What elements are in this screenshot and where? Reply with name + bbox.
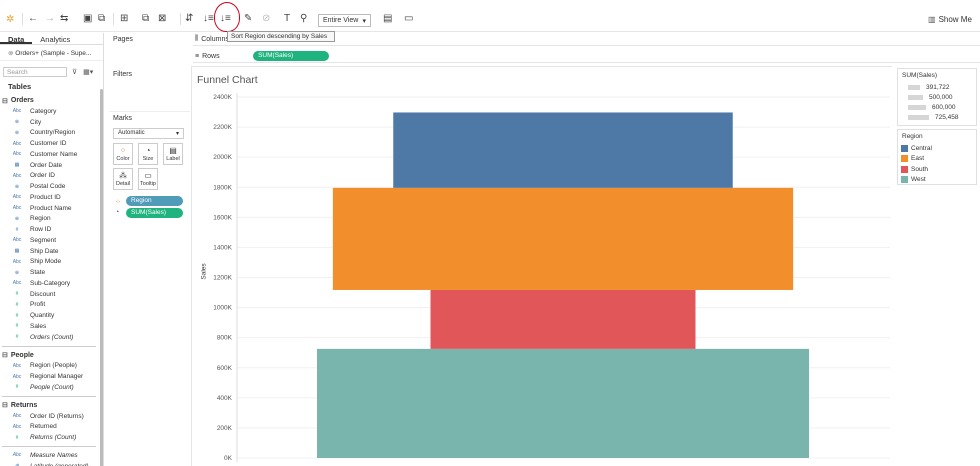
size-legend[interactable]: SUM(Sales) 391,722 500,000 600,000 725,458 <box>897 68 977 126</box>
size-legend-label: 600,000 <box>932 103 956 111</box>
funnel-chart: 0K 200K 400K 600K 800K 1000K 1200K 1400K 1600K 18… <box>213 93 890 462</box>
color-swatch <box>901 165 908 173</box>
color-legend[interactable]: Region Central East South West <box>897 129 977 185</box>
size-legend-item[interactable]: 600,000 <box>898 102 976 112</box>
tableau-window: ✲ ← → ⇆ ▣ ⧉ ⊞ ⧉ ⊠ ⇵ ↓≡ ↓≡ ✎ ⊘ T ⚲ Entire… <box>0 0 980 466</box>
y-tick-label: 1200K <box>213 275 232 282</box>
color-legend-item[interactable]: Central <box>898 143 976 154</box>
color-legend-label: South <box>911 165 928 173</box>
color-legend-item[interactable]: East <box>898 154 976 165</box>
y-tick-label: 600K <box>217 365 233 372</box>
size-legend-item[interactable]: 500,000 <box>898 92 976 102</box>
funnel-bar-west[interactable] <box>317 348 809 458</box>
size-swatch <box>908 114 929 120</box>
y-tick-label: 2200K <box>213 124 232 131</box>
size-legend-title: SUM(Sales) <box>902 72 938 79</box>
size-legend-label: 725,458 <box>935 113 959 121</box>
sort-tooltip: Sort Region descending by Sales <box>227 31 335 42</box>
y-tick-label: 1800K <box>213 184 232 191</box>
color-legend-label: West <box>911 176 926 184</box>
size-legend-label: 391,722 <box>926 83 950 91</box>
color-swatch <box>901 176 908 184</box>
funnel-bar-central[interactable] <box>393 112 733 188</box>
color-legend-title: Region <box>902 133 923 140</box>
size-legend-item[interactable]: 391,722 <box>898 82 976 92</box>
y-tick-label: 2000K <box>213 154 232 161</box>
y-tick-label: 0K <box>224 455 233 462</box>
color-legend-label: Central <box>911 144 932 152</box>
size-legend-label: 500,000 <box>929 93 953 101</box>
color-legend-label: East <box>911 155 925 163</box>
y-tick-label: 200K <box>217 425 233 432</box>
color-swatch <box>901 155 908 163</box>
size-swatch <box>908 94 923 100</box>
size-swatch <box>908 104 926 110</box>
color-swatch <box>901 144 908 152</box>
y-tick-label: 1400K <box>213 244 232 251</box>
y-tick-label: 800K <box>217 335 233 342</box>
y-tick-label: 1600K <box>213 214 232 221</box>
funnel-bar-south[interactable] <box>430 289 696 349</box>
color-legend-item[interactable]: South <box>898 164 976 175</box>
size-swatch <box>908 84 920 90</box>
y-tick-label: 1000K <box>213 305 232 312</box>
size-legend-item[interactable]: 725,458 <box>898 112 976 122</box>
funnel-bar-east[interactable] <box>332 187 794 290</box>
y-tick-label: 2400K <box>213 94 232 101</box>
y-tick-label: 400K <box>217 395 233 402</box>
color-legend-item[interactable]: West <box>898 175 976 186</box>
